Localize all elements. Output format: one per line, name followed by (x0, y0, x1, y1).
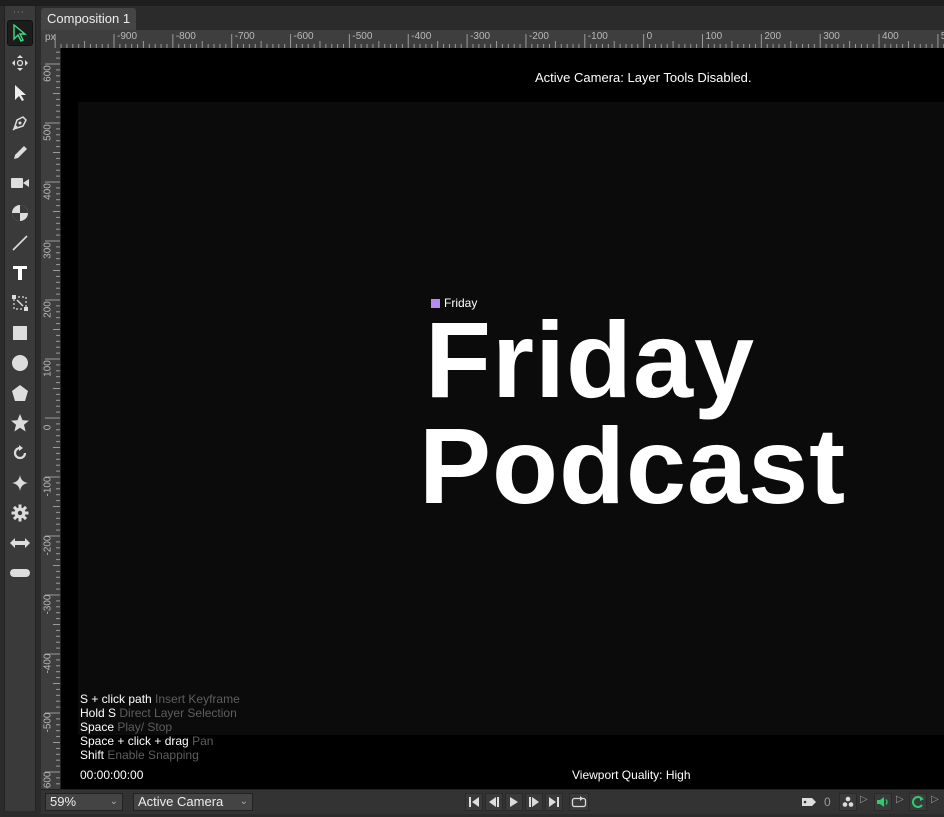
ruler-label: -300 (42, 594, 54, 615)
ruler-vertical[interactable]: 600 500 400 300 200 100 0 -100 -200 -300 -400 -500-… (41, 48, 61, 792)
ruler-label: 300 (42, 242, 54, 259)
audio-icon[interactable] (874, 793, 892, 811)
ruler-label: 0 (42, 424, 54, 431)
ruler-horizontal[interactable]: px -900 -800 -700 -600 -500 -400 -300 -200 -100 0… (41, 30, 944, 49)
hint-row: Shift Enable Snapping (80, 748, 199, 762)
camera-status-message: Active Camera: Layer Tools Disabled. (535, 70, 752, 85)
resize-horizontal-icon[interactable] (7, 530, 33, 556)
tab-composition[interactable]: Composition 1 (41, 8, 137, 30)
ruler-label: 0 (646, 31, 653, 42)
shortcut-hints: S + click path Insert Keyframe Hold S Di… (80, 692, 240, 762)
camera-select[interactable]: Active Camera ⌄ (133, 793, 253, 811)
hint-row: Hold S Direct Layer Selection (80, 706, 237, 720)
step-forward-button[interactable] (525, 793, 543, 811)
title-line-1[interactable]: Friday (425, 306, 755, 414)
pencil-icon[interactable] (7, 140, 33, 166)
ruler-label: -500 (352, 31, 373, 42)
ruler-label: 100 (42, 360, 54, 377)
pen-icon[interactable] (7, 110, 33, 136)
line-icon[interactable] (7, 230, 33, 256)
step-back-button[interactable] (485, 793, 503, 811)
rotate-icon[interactable] (7, 440, 33, 466)
camera-icon[interactable] (7, 170, 33, 196)
motion-blur-icon[interactable] (909, 793, 927, 811)
tool-palette: ··· (4, 6, 36, 811)
ruler-label: 200 (764, 31, 782, 42)
title-line-2[interactable]: Podcast (419, 412, 846, 520)
ruler-label: 200 (42, 301, 54, 318)
ruler-label: 400 (882, 31, 899, 42)
ruler-label: 300 (823, 31, 840, 42)
ruler-label: 100 (705, 31, 723, 42)
ruler-label: 600 (42, 65, 54, 82)
ruler-label: -700 (234, 31, 255, 42)
ellipse-icon[interactable] (7, 350, 33, 376)
ruler-label: -200 (528, 31, 549, 42)
layers-icon[interactable] (839, 793, 857, 811)
hint-row: Space Play/ Stop (80, 720, 173, 734)
play-small-icon[interactable]: ▷ (931, 794, 939, 805)
sparkle-icon[interactable] (7, 470, 33, 496)
timecode: 00:00:00:00 (80, 768, 144, 782)
ruler-label: -400 (411, 31, 432, 42)
camera-value: Active Camera (138, 794, 224, 809)
ruler-label: -800 (175, 31, 196, 42)
direct-select-icon[interactable] (7, 80, 33, 106)
hint-row: S + click path Insert Keyframe (80, 692, 240, 706)
ruler-label: -200 (42, 535, 54, 556)
move-icon[interactable] (7, 50, 33, 76)
ruler-label: -900 (117, 31, 138, 42)
zoom-select[interactable]: 59% ⌄ (45, 793, 123, 811)
zoom-value: 59% (50, 794, 77, 809)
hint-row: Space + click + drag Pan (80, 734, 214, 748)
viewport[interactable]: Active Camera: Layer Tools Disabled. Fri… (61, 48, 944, 789)
ruler-label: -400 (42, 653, 54, 674)
chevron-down-icon: ⌄ (239, 796, 248, 807)
ruler-label: 400 (42, 183, 54, 200)
play-button[interactable] (505, 793, 523, 811)
ruler-label: -100 (42, 476, 54, 497)
ruler-unit: px (45, 32, 56, 43)
skip-to-end-button[interactable] (545, 793, 563, 811)
viewport-quality: Viewport Quality: High (572, 768, 691, 782)
ruler-label: -100 (587, 31, 608, 42)
ruler-label: -600 (293, 31, 314, 42)
select-icon[interactable] (7, 20, 33, 46)
transform-box-icon[interactable] (7, 290, 33, 316)
play-small-icon[interactable]: ▷ (896, 794, 904, 805)
toolbar-grip-icon[interactable]: ··· (13, 9, 25, 18)
chevron-down-icon: ⌄ (109, 796, 118, 807)
color-wheel-icon[interactable] (7, 200, 33, 226)
gear-icon[interactable] (7, 500, 33, 526)
pill-icon[interactable] (7, 560, 33, 586)
tab-bar: Composition 1 (36, 6, 944, 30)
polygon-icon[interactable] (7, 380, 33, 406)
ruler-label: -300 (470, 31, 491, 42)
text-icon[interactable] (7, 260, 33, 286)
rectangle-icon[interactable] (7, 320, 33, 346)
ruler-label: -500 (42, 712, 54, 733)
keyframe-tag-icon[interactable] (799, 793, 819, 811)
keyframe-counter: 0 (824, 795, 831, 809)
skip-to-start-button[interactable] (465, 793, 483, 811)
loop-button[interactable] (569, 793, 589, 811)
ruler-label: 500 (42, 124, 54, 141)
viewport-bottom-bar: 59% ⌄ Active Camera ⌄ 0 ▷ ▷ ▷ (41, 789, 944, 814)
play-small-icon[interactable]: ▷ (860, 794, 868, 805)
star-icon[interactable] (7, 410, 33, 436)
